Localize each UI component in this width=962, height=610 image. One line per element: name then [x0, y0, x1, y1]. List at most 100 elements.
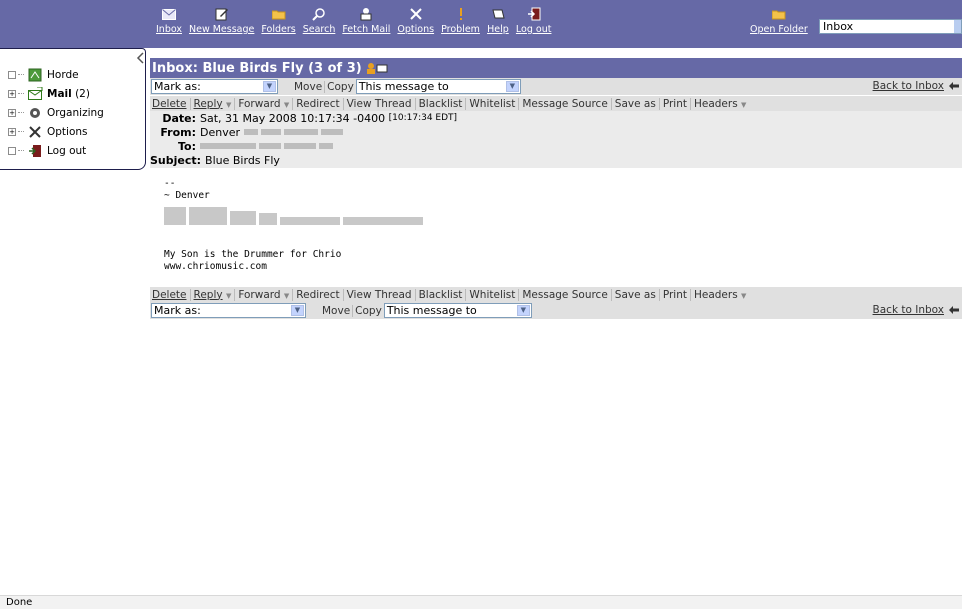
- sidebar-item-logout[interactable]: Log out: [8, 141, 104, 160]
- header-date: Date: Sat, 31 May 2008 10:17:34 -0400 [1…: [162, 111, 458, 125]
- toolbar-inbox-button[interactable]: Inbox: [156, 4, 182, 35]
- blacklist-button[interactable]: Blacklist: [416, 97, 467, 110]
- header-subject: Subject: Blue Birds Fly: [150, 153, 280, 167]
- chevron-down-icon: ▼: [516, 305, 530, 316]
- open-folder-button[interactable]: Open Folder: [750, 4, 808, 35]
- expand-icon[interactable]: +: [8, 89, 16, 98]
- message-controls-top: Mark as: ▼ Move Copy This message to ▼ Bac…: [150, 78, 962, 95]
- forward-button[interactable]: Forward ▼: [235, 97, 294, 110]
- expand-icon[interactable]: +: [8, 127, 16, 136]
- reply-button[interactable]: Reply ▼: [191, 97, 236, 110]
- open-folder-icon: [768, 4, 790, 24]
- delete-button[interactable]: Delete: [150, 288, 191, 301]
- header-from: From: Denver: [150, 125, 962, 139]
- folder-select[interactable]: Inbox: [819, 19, 962, 34]
- problem-icon: [450, 4, 472, 24]
- options-icon: [405, 4, 427, 24]
- copy-button[interactable]: Copy: [352, 304, 384, 317]
- forward-button[interactable]: Forward ▼: [235, 288, 294, 301]
- move-button[interactable]: Move: [320, 305, 352, 317]
- collapse-sidebar-icon[interactable]: [135, 52, 145, 64]
- whitelist-button[interactable]: Whitelist: [466, 288, 520, 301]
- toolbar-problem-button[interactable]: Problem: [441, 4, 480, 35]
- message-title-bar: Inbox: Blue Birds Fly (3 of 3): [150, 58, 962, 78]
- toolbar-folders-button[interactable]: Folders: [261, 4, 296, 35]
- logout-icon: [27, 143, 43, 159]
- message-actions-bottom: Delete Reply ▼ Forward ▼ Redirect View T…: [150, 286, 962, 302]
- sidebar-item-options[interactable]: + Options: [8, 122, 104, 141]
- chevron-down-icon[interactable]: ▼: [226, 101, 231, 109]
- mail-icon: [27, 86, 43, 102]
- whitelist-button[interactable]: Whitelist: [466, 97, 520, 110]
- expand-icon[interactable]: +: [8, 108, 16, 117]
- toolbar-help-button[interactable]: Help: [487, 4, 509, 35]
- sidebar: Horde + Mail (2) + Organizing + Options …: [0, 48, 146, 170]
- arrow-left-icon: [949, 306, 959, 314]
- toolbar-new-message-button[interactable]: New Message: [189, 4, 254, 35]
- back-to-inbox-link[interactable]: Back to Inbox: [873, 304, 960, 316]
- sidebar-item-organizing[interactable]: + Organizing: [8, 103, 104, 122]
- fetch-mail-icon: [355, 4, 377, 24]
- sidebar-item-horde[interactable]: Horde: [8, 65, 104, 84]
- print-button[interactable]: Print: [660, 97, 691, 110]
- top-toolbar: Inbox New Message Folders Search Fetch M…: [0, 0, 962, 48]
- organizing-icon: [27, 105, 43, 121]
- sidebar-item-mail[interactable]: + Mail (2): [8, 84, 104, 103]
- chevron-down-icon[interactable]: ▼: [741, 292, 746, 300]
- tree-leaf-icon: [8, 70, 16, 79]
- target-folder-select[interactable]: This message to ▼: [383, 303, 532, 318]
- chevron-down-icon: ▼: [505, 81, 519, 92]
- folder-icon: [268, 4, 290, 24]
- chevron-down-icon: ▼: [263, 81, 276, 92]
- redirect-button[interactable]: Redirect: [293, 288, 344, 301]
- search-icon: [308, 4, 330, 24]
- website-link[interactable]: www.chriomusic.com: [164, 261, 962, 273]
- redirect-button[interactable]: Redirect: [293, 97, 344, 110]
- mark-as-select[interactable]: Mark as: ▼: [151, 303, 306, 318]
- message-body: -- ~ Denver My Son is the Drummer for Ch…: [150, 168, 962, 272]
- headers-button[interactable]: Headers ▼: [691, 289, 749, 301]
- print-button[interactable]: Print: [660, 288, 691, 301]
- horde-icon: [27, 67, 43, 83]
- page-title: Inbox: Blue Birds Fly (3 of 3): [152, 60, 362, 76]
- signature-image: [164, 207, 962, 241]
- mark-as-select[interactable]: Mark as: ▼: [151, 79, 278, 94]
- headers-button[interactable]: Headers ▼: [691, 98, 749, 110]
- toolbar-logout-button[interactable]: Log out: [516, 4, 551, 35]
- chevron-down-icon[interactable]: ▼: [284, 292, 289, 300]
- copy-button[interactable]: Copy: [324, 80, 356, 93]
- logout-icon: [523, 4, 545, 24]
- message-headers: Date: Sat, 31 May 2008 10:17:34 -0400 [1…: [150, 111, 962, 168]
- move-button[interactable]: Move: [292, 81, 324, 93]
- chevron-down-icon: [954, 20, 961, 33]
- blacklist-button[interactable]: Blacklist: [416, 288, 467, 301]
- status-bar: Done: [0, 595, 962, 609]
- chevron-down-icon: ▼: [291, 305, 304, 316]
- message-controls-bottom: Mark as: ▼ Move Copy This message to ▼ Bac…: [150, 302, 962, 319]
- toolbar-nav: Inbox New Message Folders Search Fetch M…: [156, 4, 558, 35]
- save-as-button[interactable]: Save as: [612, 97, 660, 110]
- message-view: Inbox: Blue Birds Fly (3 of 3) Mark as: ▼…: [150, 58, 962, 319]
- toolbar-options-button[interactable]: Options: [397, 4, 434, 35]
- message-actions-top: Delete Reply ▼ Forward ▼ Redirect View T…: [150, 95, 962, 111]
- message-source-button[interactable]: Message Source: [519, 97, 612, 110]
- compose-icon: [211, 4, 233, 24]
- view-thread-button[interactable]: View Thread: [344, 288, 416, 301]
- envelope-icon: [158, 4, 180, 24]
- tree-leaf-icon: [8, 146, 16, 155]
- toolbar-fetch-mail-button[interactable]: Fetch Mail: [342, 4, 390, 35]
- view-thread-button[interactable]: View Thread: [344, 97, 416, 110]
- reply-button[interactable]: Reply ▼: [191, 288, 236, 301]
- header-to: To:: [150, 139, 962, 153]
- chevron-down-icon[interactable]: ▼: [226, 292, 231, 300]
- delete-button[interactable]: Delete: [150, 97, 191, 110]
- contact-icon[interactable]: [366, 62, 388, 74]
- chevron-down-icon[interactable]: ▼: [284, 101, 289, 109]
- back-to-inbox-link[interactable]: Back to Inbox: [873, 80, 960, 92]
- chevron-down-icon[interactable]: ▼: [741, 101, 746, 109]
- save-as-button[interactable]: Save as: [612, 288, 660, 301]
- message-source-button[interactable]: Message Source: [519, 288, 612, 301]
- arrow-left-icon: [949, 82, 959, 90]
- target-folder-select[interactable]: This message to ▼: [355, 79, 521, 94]
- toolbar-search-button[interactable]: Search: [303, 4, 335, 35]
